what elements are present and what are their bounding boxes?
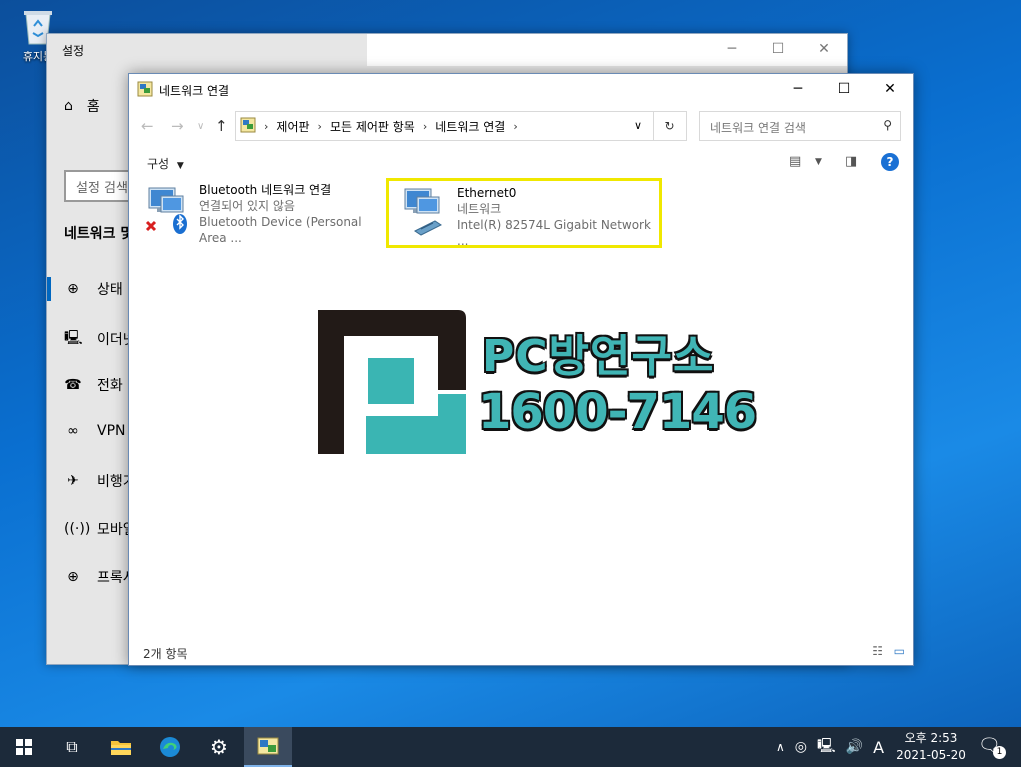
watermark-brand: PC방연구소 [482,331,715,382]
list-item-bluetooth[interactable]: Bluetooth 네트워크 연결 연결되어 있지 않음 Bluetooth D… [143,182,383,246]
explorer-maximize-button[interactable]: ☐ [821,74,867,104]
proxy-globe-icon: ⊕ [67,569,79,585]
recent-locations-chevron-icon[interactable]: ∨ [197,121,204,132]
ime-indicator[interactable]: A [873,738,884,757]
clock[interactable]: 오후 2:53 2021-05-20 [892,730,970,764]
hotspot-icon: ((·)) [64,521,91,537]
search-input[interactable]: 네트워크 연결 검색 ⚲ [699,111,901,141]
details-view-icon[interactable]: ☷ [872,644,883,658]
search-placeholder: 네트워크 연결 검색 [710,121,806,135]
network-connections-icon [257,737,279,755]
windows-logo-icon [16,739,32,755]
settings-minimize-button[interactable]: ─ [709,34,755,64]
nav-item-vpn[interactable]: ∞ VPN [64,423,126,439]
network-connections-icon [137,81,153,97]
breadcrumb-separator-icon: › [513,119,518,133]
refresh-icon: ↻ [664,119,675,133]
start-button[interactable] [0,727,48,767]
network-status-icon[interactable]: 🖳 [817,735,836,759]
task-view-button[interactable]: ⧉ [48,727,96,767]
edge-browser-button[interactable] [146,727,194,767]
organize-button[interactable]: 구성 ▼ [147,155,184,172]
nav-item-label: 상태 [97,282,123,298]
system-tray: ∧ ◎ 🖳 🔊 A [776,727,884,767]
preview-pane-icon[interactable]: ◨ [845,154,857,169]
breadcrumb-separator-icon: › [264,119,269,133]
dropdown-arrow-icon: ▼ [176,161,184,171]
settings-taskbar-button[interactable]: ⚙ [195,727,243,767]
pc-lab-logo [316,310,466,454]
breadcrumb-all-items[interactable]: 모든 제어판 항목 [330,118,415,135]
bluetooth-adapter-icon [143,182,191,238]
vpn-icon: ∞ [67,423,79,439]
explorer-titlebar[interactable]: 네트워크 연결 ─ ☐ ✕ [129,74,913,105]
list-item-ethernet0[interactable]: Ethernet0 네트워크 Intel(R) 82574L Gigabit N… [386,178,662,248]
status-bar: 2개 항목 ☷ ▭ [129,639,913,665]
back-arrow-icon[interactable]: ← [141,117,154,135]
folder-icon [111,741,131,755]
bluetooth-connection-status: 연결되어 있지 않음 [199,199,295,213]
notification-count: 1 [993,746,1006,759]
network-connections-taskbar-button[interactable] [244,727,292,767]
address-dropdown-icon[interactable]: ∨ [634,119,642,132]
nav-item-label: VPN [97,423,126,439]
up-arrow-icon[interactable]: ↑ [215,117,228,135]
edge-icon [160,737,180,757]
control-panel-icon [240,117,256,136]
ethernet-connection-status: 네트워크 [457,202,502,216]
search-icon: ⚲ [883,118,892,132]
address-bar[interactable]: › 제어판 › 모든 제어판 항목 › 네트워크 연결 › ∨ [235,111,687,141]
clock-time: 오후 2:53 [904,731,958,745]
bluetooth-connection-name: Bluetooth 네트워크 연결 [199,183,332,197]
change-view-icon[interactable]: ▤ [789,154,801,169]
meet-now-icon[interactable]: ◎ [795,739,807,755]
clock-date: 2021-05-20 [896,748,966,762]
show-hidden-icons-chevron-icon[interactable]: ∧ [776,740,785,754]
command-bar: 구성 ▼ ▤ ▼ ◨ ? [129,146,913,178]
breadcrumb-separator-icon: › [422,119,428,133]
help-icon[interactable]: ? [881,153,899,171]
breadcrumb-control-panel[interactable]: 제어판 [276,118,309,135]
taskbar: ⧉ ⚙ ∧ ◎ 🖳 🔊 A 오후 2:53 2021-05-20 🗨 1 [0,727,1021,767]
home-icon: ⌂ [64,98,73,114]
task-view-icon: ⧉ [66,737,78,756]
dialup-icon: ☎ [64,377,82,393]
selected-nav-indicator [47,277,51,301]
organize-label: 구성 [147,157,170,171]
settings-close-button[interactable]: ✕ [801,34,847,64]
nav-item-ethernet[interactable]: 🖳 이더넷 [64,327,136,351]
settings-maximize-button[interactable]: ☐ [755,34,801,64]
refresh-button[interactable]: ↻ [653,111,685,141]
explorer-title: 네트워크 연결 [159,84,230,98]
volume-icon[interactable]: 🔊 [846,739,863,755]
gear-icon: ⚙ [210,735,228,759]
ethernet-connection-device: Intel(R) 82574L Gigabit Network ... [457,218,651,248]
home-label: 홈 [86,99,100,115]
explorer-close-button[interactable]: ✕ [867,74,913,104]
settings-title: 설정 [62,44,85,58]
airplane-icon: ✈ [67,473,79,489]
settings-home-link[interactable]: ⌂ 홈 [64,96,100,116]
forward-arrow-icon[interactable]: → [171,117,184,135]
file-explorer-button[interactable] [97,727,145,767]
ethernet-icon: 🖳 [64,330,83,346]
breadcrumb-separator-icon: › [317,119,322,133]
globe-status-icon: ⊕ [67,281,79,297]
breadcrumb-network-connections[interactable]: 네트워크 연결 [435,118,505,135]
nav-item-status[interactable]: ⊕ 상태 [64,279,123,299]
settings-titlebar[interactable]: 설정 ─ ☐ ✕ [47,34,847,66]
nav-item-proxy[interactable]: ⊕ 프록시 [64,567,136,587]
item-count: 2개 항목 [143,647,188,661]
watermark-phone: 1600-7146 [478,384,757,440]
action-center-button[interactable]: 🗨 1 [978,735,1008,759]
address-row: ← → ∨ ↑ › 제어판 › 모든 제어판 항목 › 네트워크 연결 › ∨ … [129,109,913,141]
bluetooth-connection-device: Bluetooth Device (Personal Area ... [199,215,362,245]
view-options-dropdown-icon[interactable]: ▼ [815,157,822,167]
explorer-minimize-button[interactable]: ─ [775,74,821,104]
ethernet-connection-name: Ethernet0 [457,186,517,200]
large-icons-view-icon[interactable]: ▭ [894,644,905,658]
ethernet-adapter-icon [401,185,449,241]
